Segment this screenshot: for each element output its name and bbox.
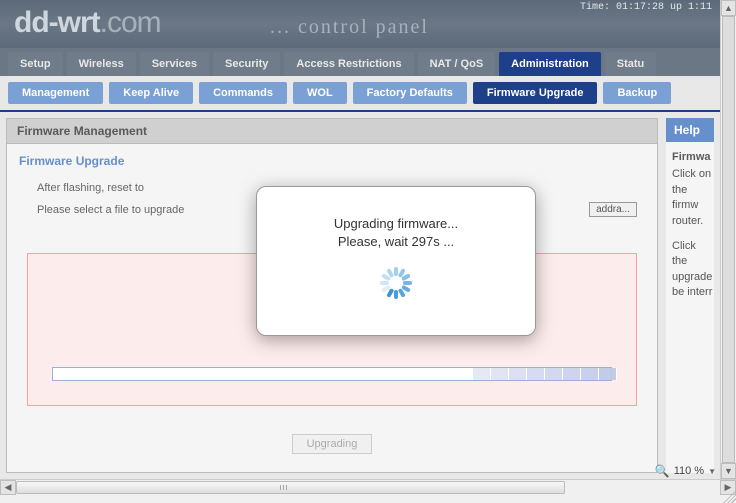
main-tab-services[interactable]: Services [140, 52, 209, 76]
modal-line-1: Upgrading firmware... [334, 216, 458, 231]
upgrade-modal: Upgrading firmware... Please, wait 297s … [256, 186, 536, 336]
help-title: Help [666, 118, 714, 142]
main-tab-nat-qos[interactable]: NAT / QoS [418, 52, 496, 76]
section-title: Firmware Management [7, 119, 657, 144]
file-browse-button[interactable]: addra... [589, 202, 637, 217]
upgrade-submit-button: Upgrading [292, 434, 373, 454]
uptime-clock: Time: 01:17:28 up 1:11 [580, 2, 712, 13]
logo: dd-wrt.com [14, 6, 161, 40]
magnifier-icon: 🔍 [655, 464, 670, 478]
resize-grip-icon[interactable] [720, 487, 736, 503]
scroll-down-button[interactable]: ▼ [721, 463, 736, 479]
reset-label: After flashing, reset to [37, 182, 237, 194]
sub-tab-wol[interactable]: WOL [293, 82, 347, 104]
upgrade-progress-bar [52, 367, 612, 381]
vertical-scroll-thumb[interactable] [722, 16, 735, 463]
main-tab-setup[interactable]: Setup [8, 52, 63, 76]
help-h1: Firmwa [672, 150, 714, 165]
main-tab-wireless[interactable]: Wireless [67, 52, 136, 76]
help-p2: Click the upgrade be interr [672, 240, 712, 298]
sub-tabs: Management Keep Alive Commands WOL Factory D… [0, 76, 720, 112]
horizontal-scrollbar[interactable]: ◀ ▶ [0, 479, 736, 495]
header-band: Time: 01:17:28 up 1:11 dd-wrt.com ... co… [0, 0, 720, 48]
vertical-scrollbar[interactable]: ▲ ▼ [720, 0, 736, 479]
scroll-left-button[interactable]: ◀ [0, 480, 16, 495]
spinner-icon [380, 267, 412, 299]
main-tab-security[interactable]: Security [213, 52, 280, 76]
horizontal-scroll-thumb[interactable] [16, 481, 565, 494]
tagline: ... control panel [270, 16, 429, 39]
scroll-up-button[interactable]: ▲ [721, 0, 736, 16]
main-tab-administration[interactable]: Administration [499, 52, 601, 76]
sub-tab-commands[interactable]: Commands [199, 82, 287, 104]
help-sidebar: Help Firmwa Click on the firmw router. C… [666, 118, 714, 473]
logo-bold: dd-wrt [14, 6, 100, 39]
zoom-indicator[interactable]: 🔍 110 % ▼ [655, 464, 716, 478]
sub-tab-firmware-upgrade[interactable]: Firmware Upgrade [473, 82, 598, 104]
help-p1: Click on the firmw router. [672, 168, 711, 226]
modal-line-2: Please, wait 297s ... [338, 234, 454, 249]
main-tabs: SetupWirelessServicesSecurityAccess Rest… [0, 48, 720, 76]
sub-tab-factory-defaults[interactable]: Factory Defaults [353, 82, 467, 104]
chevron-down-icon[interactable]: ▼ [708, 467, 716, 476]
firmware-upgrade-heading: Firmware Upgrade [7, 144, 657, 174]
zoom-value: 110 % [674, 465, 704, 477]
file-select-label: Please select a file to upgrade [37, 204, 237, 216]
sub-tab-management[interactable]: Management [8, 82, 103, 104]
sub-tab-keep-alive[interactable]: Keep Alive [109, 82, 193, 104]
main-tab-access-restrictions[interactable]: Access Restrictions [284, 52, 413, 76]
logo-thin: .com [100, 6, 161, 39]
status-bar [0, 495, 736, 503]
sub-tab-backup[interactable]: Backup [603, 82, 671, 104]
main-tab-statu[interactable]: Statu [605, 52, 657, 76]
